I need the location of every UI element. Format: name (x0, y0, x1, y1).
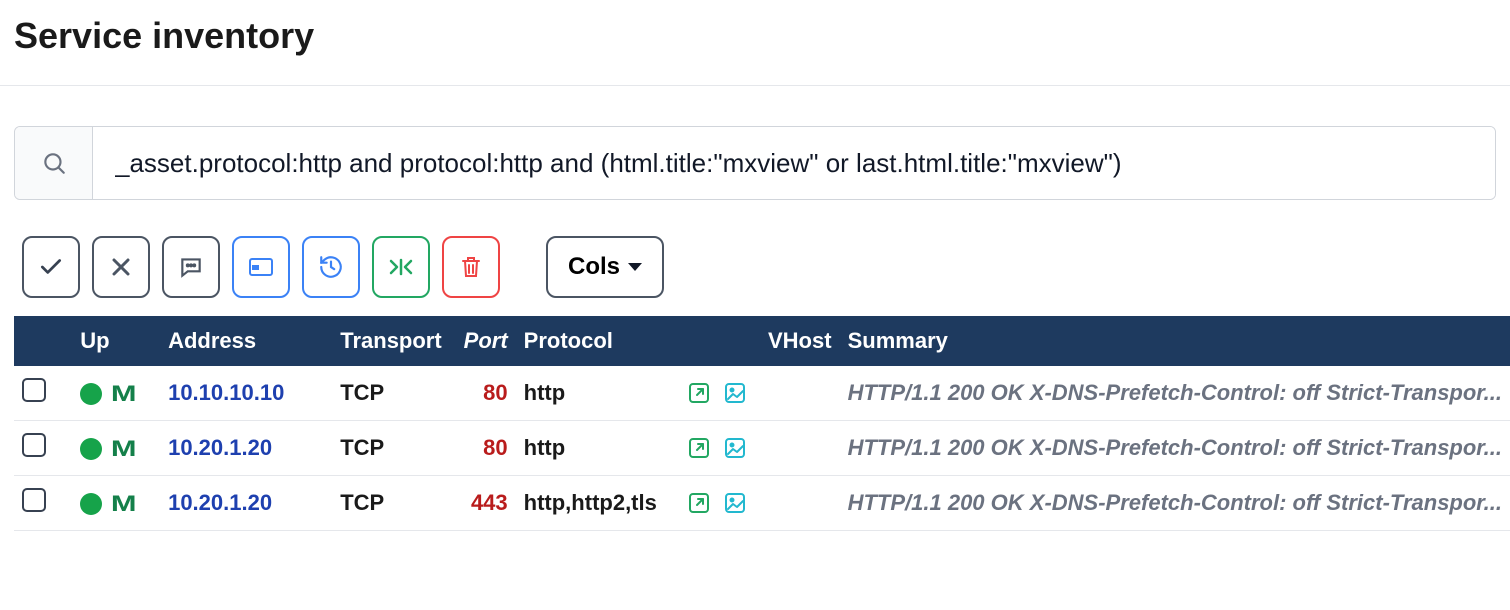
status-up-icon (80, 438, 102, 460)
search-input[interactable] (93, 127, 1495, 199)
screenshot-icon[interactable] (722, 380, 748, 406)
port-value: 443 (471, 490, 508, 515)
address-link[interactable]: 10.10.10.10 (168, 380, 284, 405)
header-vhost[interactable]: VHost (760, 316, 840, 366)
open-link-icon[interactable] (686, 380, 712, 406)
summary-text: HTTP/1.1 200 OK X-DNS-Prefetch-Control: … (848, 380, 1502, 406)
search-bar (14, 126, 1496, 200)
port-value: 80 (483, 380, 507, 405)
toolbar: Cols (0, 200, 1510, 316)
port-value: 80 (483, 435, 507, 460)
protocol-value: http (524, 380, 566, 405)
header-address[interactable]: Address (160, 316, 332, 366)
protocol-value: http (524, 435, 566, 460)
transport-value: TCP (340, 490, 384, 515)
card-button[interactable] (232, 236, 290, 298)
vendor-logo-icon: M (111, 381, 132, 407)
merge-icon (387, 256, 415, 278)
transport-value: TCP (340, 435, 384, 460)
screenshot-icon[interactable] (722, 435, 748, 461)
cancel-button[interactable] (92, 236, 150, 298)
summary-text: HTTP/1.1 200 OK X-DNS-Prefetch-Control: … (848, 490, 1502, 516)
open-link-icon[interactable] (686, 490, 712, 516)
vendor-logo-icon: M (111, 491, 132, 517)
history-button[interactable] (302, 236, 360, 298)
check-icon (38, 254, 64, 280)
status-up-icon (80, 493, 102, 515)
protocol-value: http,http2,tls (524, 490, 657, 515)
screenshot-icon[interactable] (722, 490, 748, 516)
header-protocol[interactable]: Protocol (516, 316, 679, 366)
comment-button[interactable] (162, 236, 220, 298)
row-checkbox[interactable] (22, 433, 46, 457)
header-transport[interactable]: Transport (332, 316, 455, 366)
service-table: Up Address Transport Port Protocol VHost… (14, 316, 1510, 531)
transport-value: TCP (340, 380, 384, 405)
summary-text: HTTP/1.1 200 OK X-DNS-Prefetch-Control: … (848, 435, 1502, 461)
address-link[interactable]: 10.20.1.20 (168, 490, 272, 515)
trash-icon (459, 254, 483, 280)
address-link[interactable]: 10.20.1.20 (168, 435, 272, 460)
columns-button[interactable]: Cols (546, 236, 664, 298)
delete-button[interactable] (442, 236, 500, 298)
table-row: M 10.20.1.20 TCP 443 http,http2,tls HTTP… (14, 476, 1510, 531)
merge-button[interactable] (372, 236, 430, 298)
open-link-icon[interactable] (686, 435, 712, 461)
history-icon (318, 254, 344, 280)
table-row: M 10.10.10.10 TCP 80 http HTTP/1.1 200 O… (14, 366, 1510, 421)
vendor-logo-icon: M (111, 436, 132, 462)
search-icon[interactable] (15, 127, 93, 199)
card-icon (248, 256, 274, 278)
row-checkbox[interactable] (22, 378, 46, 402)
columns-button-label: Cols (568, 253, 620, 281)
comment-icon (178, 254, 204, 280)
header-port[interactable]: Port (456, 316, 516, 366)
header-summary[interactable]: Summary (840, 316, 1510, 366)
row-checkbox[interactable] (22, 488, 46, 512)
x-icon (109, 255, 133, 279)
confirm-button[interactable] (22, 236, 80, 298)
status-up-icon (80, 383, 102, 405)
caret-down-icon (628, 263, 642, 271)
table-row: M 10.20.1.20 TCP 80 http HTTP/1.1 200 OK… (14, 421, 1510, 476)
header-up[interactable]: Up (72, 316, 160, 366)
page-title: Service inventory (0, 0, 1510, 86)
